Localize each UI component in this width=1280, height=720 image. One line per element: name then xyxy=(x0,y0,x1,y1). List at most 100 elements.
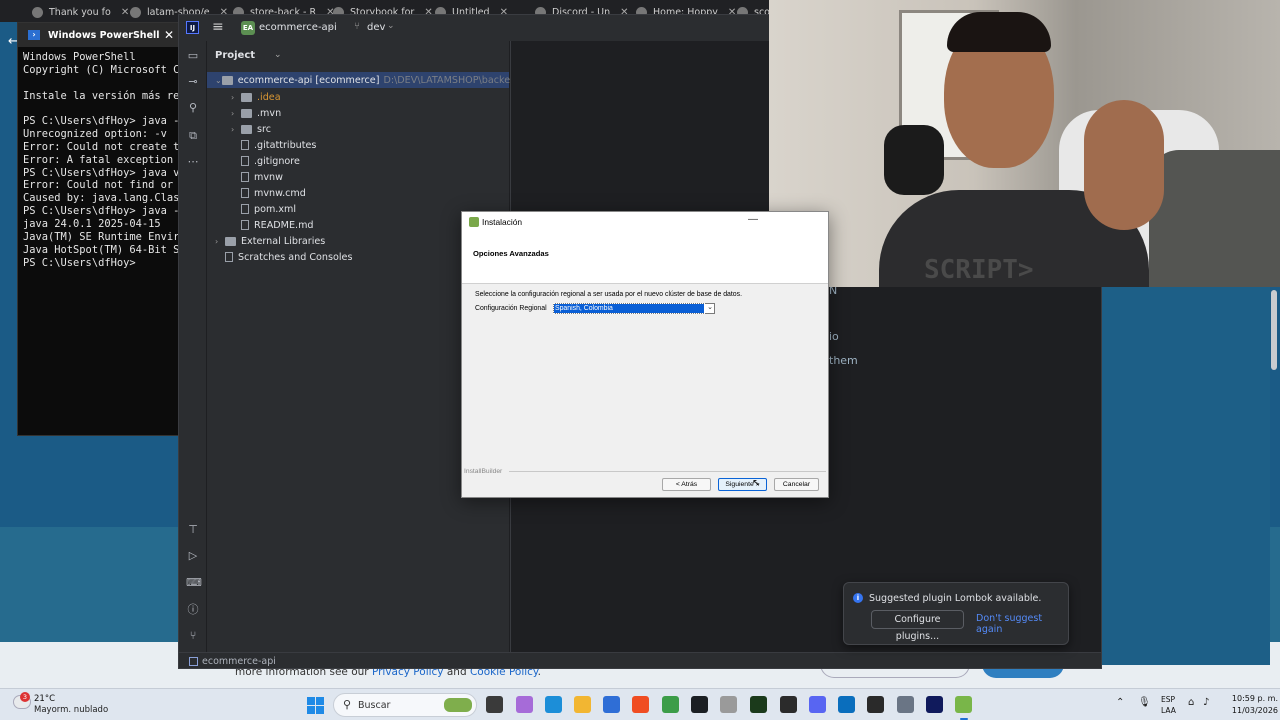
chevron-down-icon[interactable]: ⌄ xyxy=(327,21,335,31)
tree-item-label: Scratches and Consoles xyxy=(238,251,353,263)
weather-description[interactable]: Mayorm. nublado xyxy=(34,705,108,715)
chrome-app-icon[interactable] xyxy=(662,696,679,713)
intellij-logo-icon: IJ xyxy=(186,21,199,34)
tree-item[interactable]: .gitignore xyxy=(231,153,300,169)
folder-app-icon[interactable] xyxy=(574,696,591,713)
tree-item[interactable]: pom.xml xyxy=(231,201,296,217)
tree-item[interactable]: .gitattributes xyxy=(231,137,316,153)
keyboard-layout-indicator[interactable]: LAA xyxy=(1161,706,1176,715)
run-icon[interactable]: ▷ xyxy=(186,549,200,563)
commit-icon[interactable]: ⊸ xyxy=(186,75,200,89)
close-icon[interactable]: ✕ xyxy=(164,28,174,42)
chevron-down-icon[interactable]: ⌄ xyxy=(215,76,222,85)
github-app-icon[interactable] xyxy=(691,696,708,713)
settings-app-icon[interactable] xyxy=(897,696,914,713)
minimize-icon[interactable]: — xyxy=(748,214,758,225)
microphone-icon[interactable]: 🎙 xyxy=(1138,697,1151,708)
tree-item-label: pom.xml xyxy=(254,203,297,215)
edge-app-icon[interactable] xyxy=(545,696,562,713)
project-folder-icon[interactable]: ▭ xyxy=(186,49,200,63)
chevron-up-icon[interactable]: ⌃ xyxy=(1116,697,1124,708)
powershell-console[interactable]: Windows PowerShell Copyright (C) Microsof… xyxy=(18,47,188,269)
store-app-icon[interactable] xyxy=(603,696,620,713)
git-icon[interactable]: ⑂ xyxy=(186,629,200,643)
tree-item[interactable]: Scratches and Consoles xyxy=(215,249,352,265)
branch-selector[interactable]: dev xyxy=(367,22,385,33)
file-explorer-app-icon[interactable] xyxy=(486,696,503,713)
file-icon xyxy=(241,188,249,198)
windows-start-icon[interactable] xyxy=(307,697,324,714)
weather-temperature[interactable]: 21°C xyxy=(34,694,55,704)
cancel-button[interactable]: Cancelar xyxy=(774,478,819,491)
locale-selected-value[interactable]: Spanish, Colombia xyxy=(553,303,705,314)
language-indicator[interactable]: ESP xyxy=(1161,695,1175,704)
project-panel-title[interactable]: Project xyxy=(215,50,255,61)
tab-favicon-icon xyxy=(32,6,43,18)
info-icon: i xyxy=(853,593,863,603)
powershell-window[interactable]: › Windows PowerShell ✕ Windows PowerShel… xyxy=(17,22,189,436)
build-hammer-icon[interactable]: ⊤ xyxy=(186,523,200,537)
pen-app-icon[interactable] xyxy=(720,696,737,713)
browser-scrollbar[interactable] xyxy=(1271,290,1277,370)
configure-plugins-button[interactable]: Configure plugins... xyxy=(871,610,964,642)
taskbar-search-input[interactable]: ⚲ Buscar xyxy=(333,693,477,717)
davinci-app-icon[interactable] xyxy=(780,696,797,713)
file-icon xyxy=(241,204,249,214)
tree-item[interactable]: README.md xyxy=(231,217,314,233)
dont-suggest-link[interactable]: Don't suggest again xyxy=(976,613,1068,635)
clock-date[interactable]: 11/03/2026 xyxy=(1228,706,1278,715)
installer-app-icon[interactable] xyxy=(955,696,972,713)
chevron-down-icon[interactable]: ⌄ xyxy=(274,50,282,60)
chevron-down-icon[interactable]: ⌄ xyxy=(707,303,713,311)
volume-icon[interactable]: ♪ xyxy=(1203,697,1209,708)
chevron-right-icon[interactable]: › xyxy=(215,237,225,246)
clock-time[interactable]: 10:59 p. m. xyxy=(1228,694,1278,703)
network-icon[interactable]: ⌂ xyxy=(1188,697,1194,708)
browser-tab[interactable]: Thank you fo ✕ xyxy=(32,3,129,21)
chevron-right-icon[interactable]: › xyxy=(231,109,241,118)
git-branch-icon: ⑂ xyxy=(354,21,360,32)
installer-heading: Opciones Avanzadas xyxy=(473,249,549,258)
tree-item-label: mvnw.cmd xyxy=(254,187,306,199)
status-project-name[interactable]: ecommerce-api xyxy=(202,656,276,667)
terminal-icon[interactable]: ⌨ xyxy=(186,576,202,590)
back-button[interactable]: < Atrás xyxy=(662,478,711,491)
installer-title: Instalación xyxy=(482,217,523,227)
more-tools-icon[interactable]: ⋯ xyxy=(186,155,200,169)
structure-icon[interactable]: ⚲ xyxy=(186,101,200,115)
hamburger-menu-icon[interactable]: ≡ xyxy=(212,19,224,35)
windows-taskbar: 3 21°C Mayorm. nublado ⚲ Buscar ⌃ 🎙 ESP … xyxy=(0,688,1280,720)
tree-item-label: .mvn xyxy=(257,107,282,119)
chevron-right-icon[interactable]: › xyxy=(231,93,241,102)
intellij-app-icon[interactable] xyxy=(926,696,943,713)
terminal-green-app-icon[interactable] xyxy=(750,696,767,713)
chevron-down-icon[interactable]: ⌄ xyxy=(387,21,395,31)
project-badge[interactable]: EA xyxy=(241,21,255,35)
discord-app-icon[interactable] xyxy=(809,696,826,713)
search-icon: ⚲ xyxy=(343,698,352,711)
tree-item[interactable]: › External Libraries xyxy=(215,233,325,249)
tree-root-row[interactable]: ⌄ ecommerce-api [ecommerce] D:\DEV\LATAM… xyxy=(207,72,537,88)
project-selector[interactable]: ecommerce-api xyxy=(259,22,337,33)
tree-item[interactable]: › .mvn xyxy=(231,105,281,121)
problems-icon[interactable]: ⓘ xyxy=(186,603,200,617)
locale-select[interactable]: Spanish, Colombia ⌄ xyxy=(553,303,715,314)
installer-dialog[interactable]: Instalación — Opciones Avanzadas Selecci… xyxy=(461,211,829,498)
installer-titlebar[interactable]: Instalación — xyxy=(462,212,828,232)
brave-app-icon[interactable] xyxy=(632,696,649,713)
powershell-titlebar[interactable]: › Windows PowerShell xyxy=(18,23,188,47)
tree-item-label: .gitattributes xyxy=(254,139,317,151)
tree-item-label: .gitignore xyxy=(254,155,300,167)
folder-icon xyxy=(221,75,233,85)
tree-item[interactable]: mvnw.cmd xyxy=(231,185,306,201)
tree-item-label: README.md xyxy=(254,219,314,231)
tree-item[interactable]: › .idea xyxy=(231,89,281,105)
tree-item[interactable]: › src xyxy=(231,121,271,137)
tree-item[interactable]: mvnw xyxy=(231,169,283,185)
copilot-app-icon[interactable] xyxy=(516,696,533,713)
bookmarks-icon[interactable]: ⧉ xyxy=(186,129,200,143)
remote-app-icon[interactable] xyxy=(838,696,855,713)
chevron-right-icon[interactable]: › xyxy=(231,125,241,134)
close-tab-icon[interactable]: ✕ xyxy=(121,7,129,18)
terminal-app-icon[interactable] xyxy=(867,696,884,713)
